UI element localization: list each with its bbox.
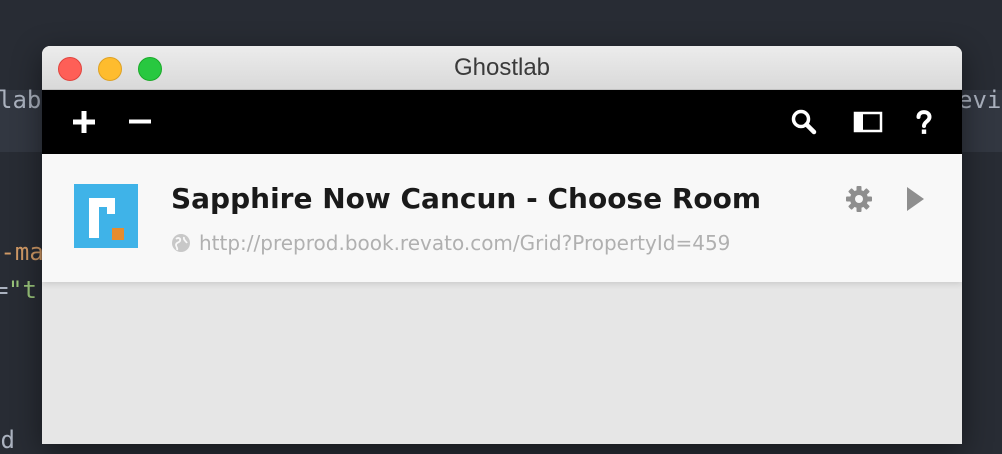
editor-text-fragment: a-ma: [0, 238, 44, 266]
minus-icon: [129, 119, 151, 124]
editor-text-fragment: ed: [0, 426, 15, 454]
sidebar-toggle-icon: [853, 111, 883, 133]
title-bar[interactable]: Ghostlab: [42, 46, 962, 90]
start-session-button[interactable]: [902, 184, 928, 214]
editor-text-fragment: evi: [958, 86, 1002, 114]
help-button[interactable]: [906, 104, 942, 140]
site-url: http://preprod.book.revato.com/Grid?Prop…: [199, 231, 731, 255]
site-title: Sapphire Now Cancun - Choose Room: [171, 182, 762, 215]
plus-icon: [73, 111, 95, 133]
play-icon: [907, 187, 924, 211]
help-icon: [916, 110, 932, 134]
add-site-button[interactable]: [66, 104, 102, 140]
search-icon: [791, 109, 817, 135]
toolbar: [42, 90, 962, 154]
editor-text-fragment: "t: [8, 276, 37, 304]
globe-icon: [172, 234, 190, 252]
gear-icon: [846, 186, 872, 212]
toggle-sidebar-button[interactable]: [850, 104, 886, 140]
editor-text-fragment: lab: [0, 86, 42, 114]
site-favicon: [74, 184, 138, 248]
window-title: Ghostlab: [453, 54, 551, 81]
site-settings-button[interactable]: [844, 184, 874, 214]
site-url-row: http://preprod.book.revato.com/Grid?Prop…: [171, 230, 730, 256]
ghostlab-window: Ghostlab Sapphire Now Cancun - Choose Ro…: [42, 46, 962, 444]
search-button[interactable]: [786, 104, 822, 140]
site-list-item[interactable]: Sapphire Now Cancun - Choose Room http:/…: [42, 154, 962, 282]
remove-site-button[interactable]: [122, 104, 158, 140]
